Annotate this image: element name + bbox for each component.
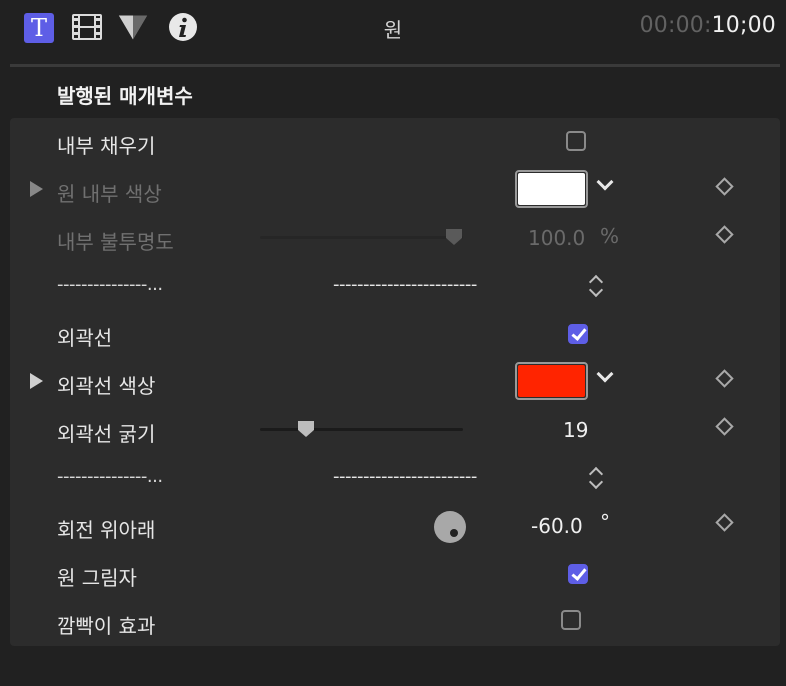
param-label: 깜빡이 효과 [57,614,156,638]
param-row-inner-opacity: 내부 불투명도 100.0 % [0,214,786,262]
rotate-value[interactable]: -60.0 [531,514,583,538]
divider-popup-menu[interactable]: ------------------------ [333,274,477,295]
param-row-rotate: 회전 위아래 -60.0 ° [0,502,786,550]
swatch-fill [518,365,585,397]
rotate-unit: ° [600,510,610,534]
keyframe-diamond-icon[interactable] [715,513,734,532]
keyframe-diamond-icon[interactable] [715,369,734,388]
outline-color-swatch[interactable] [515,362,588,400]
chevron-down-icon[interactable] [596,173,614,191]
inner-fill-checkbox[interactable] [566,131,586,151]
param-label: ---------------... [57,274,163,295]
opacity-slider[interactable] [260,229,463,245]
param-label: 외곽선 [57,326,113,350]
param-row-divider-1: ---------------... ---------------------… [0,262,786,310]
keyframe-diamond-icon[interactable] [715,225,734,244]
dial-indicator [450,529,458,537]
opacity-unit: % [600,224,620,248]
section-label[interactable]: 발행된 매개변수 [57,80,193,109]
param-label: 내부 채우기 [57,134,156,158]
keyframe-diamond-icon[interactable] [715,177,734,196]
shadow-checkbox[interactable] [568,564,588,584]
popup-stepper-icon[interactable] [588,466,604,490]
param-label: ---------------... [57,466,163,487]
keyframe-diamond-icon[interactable] [715,417,734,436]
param-row-blink: 깜빡이 효과 [0,598,786,646]
param-row-inner-color: 원 내부 색상 [0,166,786,214]
opacity-value[interactable]: 100.0 [528,226,585,250]
swatch-fill [518,173,585,205]
inner-color-swatch[interactable] [515,170,588,208]
disclosure-triangle-icon[interactable] [30,181,43,197]
param-label: 원 내부 색상 [57,182,162,206]
slider-knob-icon[interactable] [297,420,315,438]
param-row-divider-2: ---------------... ---------------------… [0,454,786,502]
param-row-inner-fill: 내부 채우기 [0,118,786,166]
header-divider [10,64,780,67]
outline-checkbox[interactable] [568,324,588,344]
slider-knob-icon[interactable] [445,228,463,246]
param-label: 원 그림자 [57,566,137,590]
param-label: 외곽선 굵기 [57,422,156,446]
param-row-outline: 외곽선 [0,310,786,358]
param-label: 외곽선 색상 [57,374,156,398]
param-row-outline-color: 외곽선 색상 [0,358,786,406]
rotation-dial[interactable] [434,511,466,543]
inspector-header: T 원 00:00:10;00 [0,0,786,56]
outline-width-value[interactable]: 19 [563,418,588,442]
chevron-down-icon[interactable] [596,365,614,383]
param-label: 회전 위아래 [57,518,156,542]
timecode: 00:00:10;00 [639,13,776,38]
param-row-outline-width: 외곽선 굵기 19 [0,406,786,454]
param-label: 내부 불투명도 [57,230,174,254]
disclosure-triangle-icon[interactable] [30,373,43,389]
outline-width-slider[interactable] [260,421,463,437]
divider-popup-menu[interactable]: ------------------------ [333,466,477,487]
popup-stepper-icon[interactable] [588,274,604,298]
blink-checkbox[interactable] [561,610,581,630]
param-row-shadow: 원 그림자 [0,550,786,598]
